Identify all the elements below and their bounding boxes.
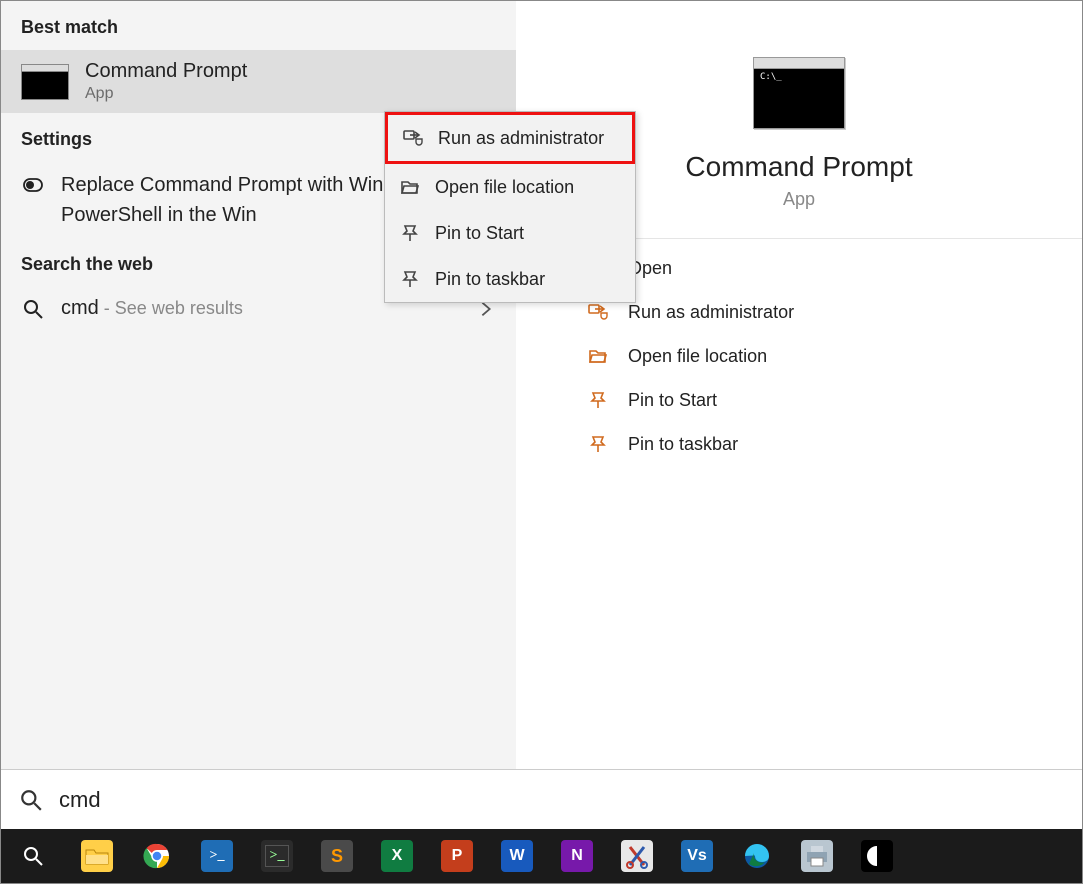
best-match-title: Command Prompt [85, 60, 247, 83]
folder-open-icon [586, 345, 610, 367]
command-prompt-icon [753, 57, 845, 129]
action-label: Run as administrator [628, 302, 794, 323]
taskbar-printer[interactable] [801, 840, 833, 872]
taskbar-edge[interactable] [741, 840, 773, 872]
action-label: Pin to Start [628, 390, 717, 411]
pin-icon [586, 433, 610, 455]
taskbar-powershell[interactable]: >_ [201, 840, 233, 872]
taskbar-onenote[interactable]: N [561, 840, 593, 872]
web-query: cmd [61, 297, 99, 319]
action-run-as-admin[interactable]: Run as administrator [586, 301, 1042, 323]
taskbar-app-unknown[interactable] [861, 840, 893, 872]
ctx-run-as-admin[interactable]: Run as administrator [385, 112, 635, 164]
search-input[interactable] [59, 787, 1064, 813]
action-pin-to-start[interactable]: Pin to Start [586, 389, 1042, 411]
command-prompt-icon [21, 64, 69, 100]
context-menu: Run as administrator Open file location … [384, 111, 636, 303]
action-label: Open file location [628, 346, 767, 367]
search-bar[interactable] [1, 769, 1082, 829]
ctx-label: Run as administrator [438, 128, 604, 149]
web-suffix: - See web results [99, 298, 243, 318]
taskbar-sublime[interactable]: S [321, 840, 353, 872]
action-open-file-location[interactable]: Open file location [586, 345, 1042, 367]
search-icon [21, 298, 45, 320]
best-match-header: Best match [1, 1, 516, 50]
taskbar-excel[interactable]: X [381, 840, 413, 872]
shield-arrow-icon [586, 301, 610, 323]
taskbar-search-button[interactable] [13, 836, 53, 876]
hero-title: Command Prompt [685, 151, 912, 183]
taskbar-file-explorer[interactable] [81, 840, 113, 872]
ctx-label: Pin to taskbar [435, 269, 545, 290]
taskbar: >_ >_ SXPWN Vs [1, 829, 1082, 883]
ctx-pin-to-start[interactable]: Pin to Start [385, 210, 635, 256]
ctx-pin-to-taskbar[interactable]: Pin to taskbar [385, 256, 635, 302]
action-open[interactable]: Open [586, 257, 1042, 279]
ctx-label: Pin to Start [435, 223, 524, 244]
action-label: Pin to taskbar [628, 434, 738, 455]
taskbar-word[interactable]: W [501, 840, 533, 872]
ctx-label: Open file location [435, 177, 574, 198]
toggle-icon [21, 170, 45, 196]
taskbar-chrome[interactable] [141, 840, 173, 872]
folder-open-icon [399, 176, 421, 198]
best-match-subtitle: App [85, 85, 247, 103]
shield-arrow-icon [402, 127, 424, 149]
hero-subtitle: App [783, 189, 815, 210]
taskbar-powerpoint[interactable]: P [441, 840, 473, 872]
ctx-open-file-location[interactable]: Open file location [385, 164, 635, 210]
taskbar-vnc[interactable]: Vs [681, 840, 713, 872]
pin-icon [399, 222, 421, 244]
search-icon [19, 788, 43, 812]
search-results-panel: Best match Command Prompt App Settings R… [1, 1, 516, 769]
action-pin-to-taskbar[interactable]: Pin to taskbar [586, 433, 1042, 455]
taskbar-terminal[interactable]: >_ [261, 840, 293, 872]
best-match-item[interactable]: Command Prompt App [1, 50, 516, 113]
pin-icon [399, 268, 421, 290]
pin-icon [586, 389, 610, 411]
taskbar-snip[interactable] [621, 840, 653, 872]
